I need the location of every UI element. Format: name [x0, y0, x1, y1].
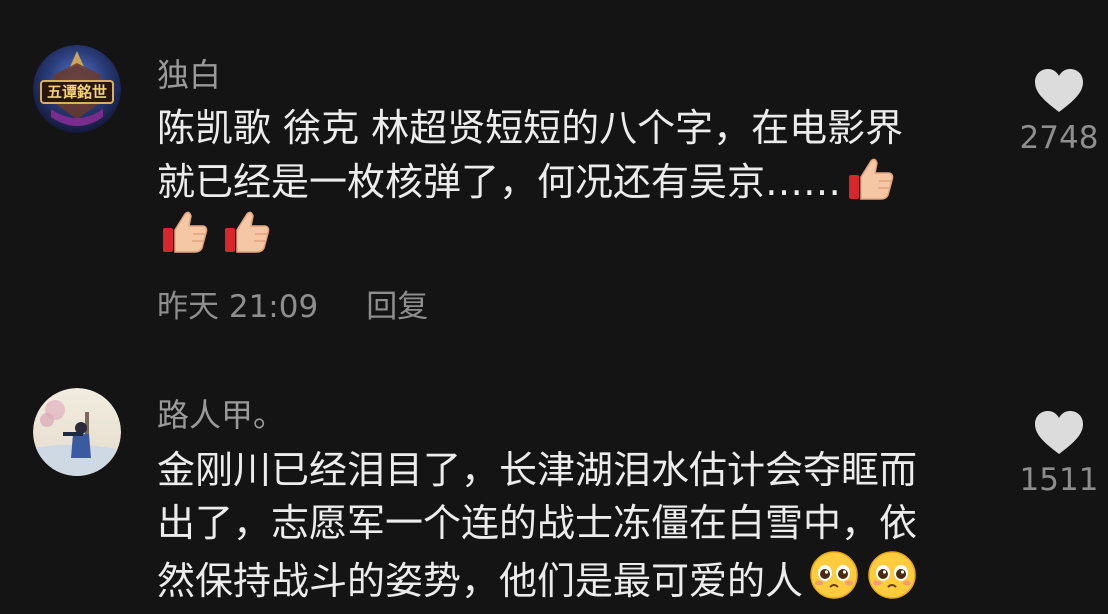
like-count: 2748	[1019, 120, 1099, 156]
pleading-face-icon	[867, 550, 917, 614]
thumbs-up-icon	[221, 208, 271, 268]
thumbs-up-icon	[159, 208, 209, 268]
illustration-avatar-icon	[33, 388, 121, 476]
comment-item: 路人甲。 金刚川已经泪目了，长津湖泪水估计会夺眶而 出了，志愿军一个连的战士冻僵…	[0, 340, 1108, 603]
comment-text: 金刚川已经泪目了，长津湖泪水估计会夺眶而 出了，志愿军一个连的战士冻僵在白雪中，…	[157, 444, 987, 603]
like-count: 1511	[1019, 462, 1099, 498]
comment-text-line	[157, 208, 987, 261]
comment-text-line: 出了，志愿军一个连的战士冻僵在白雪中，依	[157, 501, 918, 545]
like-button[interactable]: 1511	[1014, 410, 1104, 498]
thumbs-up-icon	[845, 155, 895, 215]
comment-item: 五谭銘世 独白 陈凯歌 徐克 林超贤短短的八个字，在电影界 就已经是一枚核弹了，…	[0, 0, 1108, 340]
username[interactable]: 路人甲。	[157, 390, 285, 436]
avatar[interactable]: 五谭銘世	[33, 45, 121, 133]
comment-text-line: 金刚川已经泪目了，长津湖泪水估计会夺眶而	[157, 448, 918, 492]
comment-meta: 昨天 21:09 回复	[157, 281, 428, 326]
pleading-face-icon	[809, 550, 859, 614]
comment-text-line: 然保持战斗的姿势，他们是最可爱的人	[157, 550, 987, 603]
heart-icon	[1035, 69, 1083, 112]
comment-text: 陈凯歌 徐克 林超贤短短的八个字，在电影界 就已经是一枚核弹了，何况还有吴京……	[157, 102, 987, 261]
comment-text-line: 陈凯歌 徐克 林超贤短短的八个字，在电影界	[157, 106, 904, 150]
avatar-badge-text: 五谭銘世	[46, 83, 107, 101]
reply-button[interactable]: 回复	[366, 289, 428, 325]
like-button[interactable]: 2748	[1014, 68, 1104, 156]
heart-icon	[1035, 411, 1083, 454]
comment-text-line: 就已经是一枚核弹了，何况还有吴京……	[157, 155, 987, 208]
comment-text-segment: 就已经是一枚核弹了，何况还有吴京……	[157, 160, 842, 204]
avatar[interactable]	[33, 388, 121, 476]
username[interactable]: 独白	[157, 50, 221, 96]
comment-text-segment: 然保持战斗的姿势，他们是最可爱的人	[157, 559, 804, 603]
timestamp: 昨天 21:09	[157, 289, 319, 325]
